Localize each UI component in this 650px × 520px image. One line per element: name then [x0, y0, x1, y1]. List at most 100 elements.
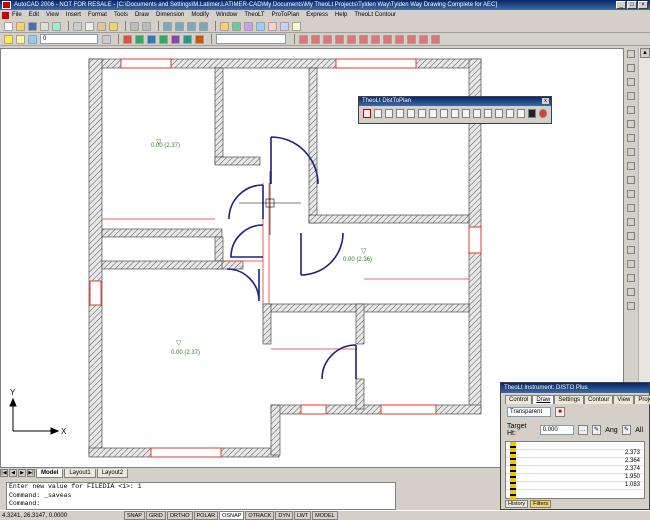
menu-window[interactable]: Window	[216, 12, 237, 18]
maximize-button[interactable]: □	[627, 1, 637, 9]
dtp-stop-icon[interactable]	[539, 109, 547, 118]
palette-tab-draw[interactable]: Draw	[532, 395, 555, 404]
arc-icon[interactable]	[627, 120, 635, 128]
line-icon[interactable]	[627, 50, 635, 58]
dim-linear-icon[interactable]	[299, 34, 308, 44]
dim-update-icon[interactable]	[419, 34, 428, 44]
polar-toggle[interactable]: POLAR	[193, 511, 219, 520]
command-prompt[interactable]: Command:	[9, 500, 395, 509]
spline-icon[interactable]	[627, 162, 635, 170]
menu-file[interactable]: File	[12, 12, 22, 18]
menu-protoplan[interactable]: ProToPlan	[272, 12, 300, 18]
dim-style-icon[interactable]	[431, 34, 440, 44]
minimize-button[interactable]: _	[616, 1, 626, 9]
layer-select[interactable]: 0	[40, 34, 98, 44]
theolt-offset-icon[interactable]	[183, 34, 192, 44]
prev-tab-icon[interactable]: ◀	[9, 469, 17, 477]
redo-icon[interactable]	[142, 21, 151, 31]
layer-manager-icon[interactable]	[4, 34, 13, 44]
dtp-layer-icon[interactable]	[528, 109, 536, 118]
undo-icon[interactable]	[130, 21, 139, 31]
menu-help[interactable]: Help	[335, 12, 347, 18]
dtp-door-icon[interactable]	[385, 109, 393, 118]
all-icon[interactable]: ✎	[621, 425, 632, 435]
gradient-icon[interactable]	[627, 260, 635, 268]
model-toggle[interactable]: MODEL	[312, 511, 338, 520]
close-button[interactable]: ×	[638, 1, 648, 9]
revcloud-icon[interactable]	[627, 148, 635, 156]
tab-layout2[interactable]: Layout2	[96, 468, 129, 478]
make-block-icon[interactable]	[627, 218, 635, 226]
menu-view[interactable]: View	[46, 12, 59, 18]
snap-toggle[interactable]: SNAP	[124, 511, 145, 520]
theolt-line-icon[interactable]	[147, 34, 156, 44]
disttoplan-close-button[interactable]: x	[542, 98, 549, 104]
theolt-poly-icon[interactable]	[171, 34, 180, 44]
markup-icon[interactable]	[268, 21, 277, 31]
tool-palettes-icon[interactable]	[244, 21, 253, 31]
palette-tab-view[interactable]: View	[613, 395, 635, 404]
menu-theolt[interactable]: TheoLT	[244, 12, 264, 18]
properties-icon[interactable]	[220, 21, 229, 31]
zoom-realtime-icon[interactable]	[175, 21, 184, 31]
save-icon[interactable]: ■	[555, 407, 565, 417]
dim-baseline-icon[interactable]	[347, 34, 356, 44]
dtp-wall-icon[interactable]	[374, 109, 382, 118]
design-center-icon[interactable]	[232, 21, 241, 31]
document-icon[interactable]	[2, 11, 9, 19]
circle-icon[interactable]	[627, 134, 635, 142]
menu-modify[interactable]: Modify	[191, 12, 209, 18]
ellipse-icon[interactable]	[627, 176, 635, 184]
tab-model[interactable]: Model	[36, 468, 64, 478]
more-button[interactable]: …	[578, 425, 588, 435]
palette-title[interactable]: TheoLt Instrument: DISTO Plus	[501, 383, 649, 393]
lwt-toggle[interactable]: LWT	[293, 511, 312, 520]
ang-icon[interactable]: ✎	[591, 425, 602, 435]
palette-tab-contour[interactable]: Contour	[584, 395, 614, 404]
command-window[interactable]: Enter new value for FILEDIA <1>: 1 Comma…	[6, 482, 396, 510]
transparency-select[interactable]: Transparent	[507, 407, 551, 417]
dim-aligned-icon[interactable]	[311, 34, 320, 44]
open-icon[interactable]	[16, 21, 25, 31]
paste-icon[interactable]	[97, 21, 106, 31]
dtp-start-icon[interactable]	[363, 109, 371, 118]
dtp-offset-icon[interactable]	[451, 109, 459, 118]
dim-angular-icon[interactable]	[335, 34, 344, 44]
dim-continue-icon[interactable]	[359, 34, 368, 44]
tab-layout1[interactable]: Layout1	[64, 468, 96, 478]
filters-tab[interactable]: Filters	[530, 500, 552, 508]
menu-theolt-contour[interactable]: TheoLt Contour	[354, 12, 396, 18]
ortho-toggle[interactable]: ORTHO	[166, 511, 193, 520]
sheet-set-icon[interactable]	[256, 21, 265, 31]
dtp-arc-icon[interactable]	[407, 109, 415, 118]
all-label[interactable]: All	[635, 427, 643, 434]
dtp-room-icon[interactable]	[484, 109, 492, 118]
style-select[interactable]	[216, 34, 286, 44]
history-tab[interactable]: History	[505, 500, 529, 508]
list-item[interactable]: 1.083	[506, 482, 644, 490]
zoom-window-icon[interactable]	[187, 21, 196, 31]
theolt-arc-icon[interactable]	[159, 34, 168, 44]
next-tab-icon[interactable]: ▶	[18, 469, 26, 477]
point-icon[interactable]	[627, 232, 635, 240]
menu-format[interactable]: Format	[88, 12, 107, 18]
dtp-window-icon[interactable]	[396, 109, 404, 118]
theolt-measure-icon[interactable]	[195, 34, 204, 44]
dtp-angle-icon[interactable]	[462, 109, 470, 118]
help-icon[interactable]	[292, 21, 301, 31]
table-icon[interactable]	[627, 288, 635, 296]
list-item[interactable]: 2.373	[506, 450, 644, 458]
preview-icon[interactable]	[52, 21, 61, 31]
ang-label[interactable]: Ang	[605, 427, 617, 434]
rectangle-icon[interactable]	[627, 106, 635, 114]
ellipse-arc-icon[interactable]	[627, 190, 635, 198]
theolt-connect-icon[interactable]	[123, 34, 132, 44]
menu-draw[interactable]: Draw	[135, 12, 149, 18]
region-icon[interactable]	[627, 274, 635, 282]
match-properties-icon[interactable]	[109, 21, 118, 31]
list-item[interactable]: 2.364	[506, 458, 644, 466]
target-height-input[interactable]: 0.000	[539, 425, 575, 435]
first-tab-icon[interactable]: |◀	[0, 469, 8, 477]
disttoplan-title[interactable]: TheoLt DistToPlan x	[359, 97, 551, 106]
dim-radius-icon[interactable]	[323, 34, 332, 44]
